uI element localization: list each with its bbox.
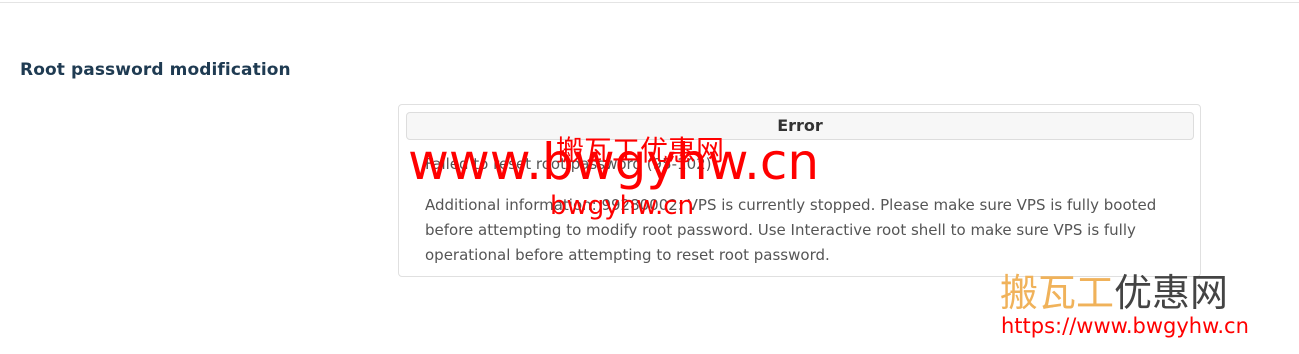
brand-logo-part2: 优惠网 — [1114, 271, 1229, 315]
watermark-domain-small: bwgyhw.cn — [550, 191, 695, 221]
brand-logo-part1: 搬瓦工 — [1000, 271, 1115, 315]
watermark-cn-text: 搬瓦工优惠网 — [556, 134, 725, 167]
brand-logo-text: 搬瓦工优惠网 — [1000, 274, 1228, 312]
brand-url: https://www.bwgyhw.cn — [1001, 314, 1249, 338]
top-divider — [0, 2, 1299, 3]
section-heading: Root password modification — [20, 60, 291, 80]
error-details: Additional information: 99280002: VPS is… — [425, 196, 1157, 264]
